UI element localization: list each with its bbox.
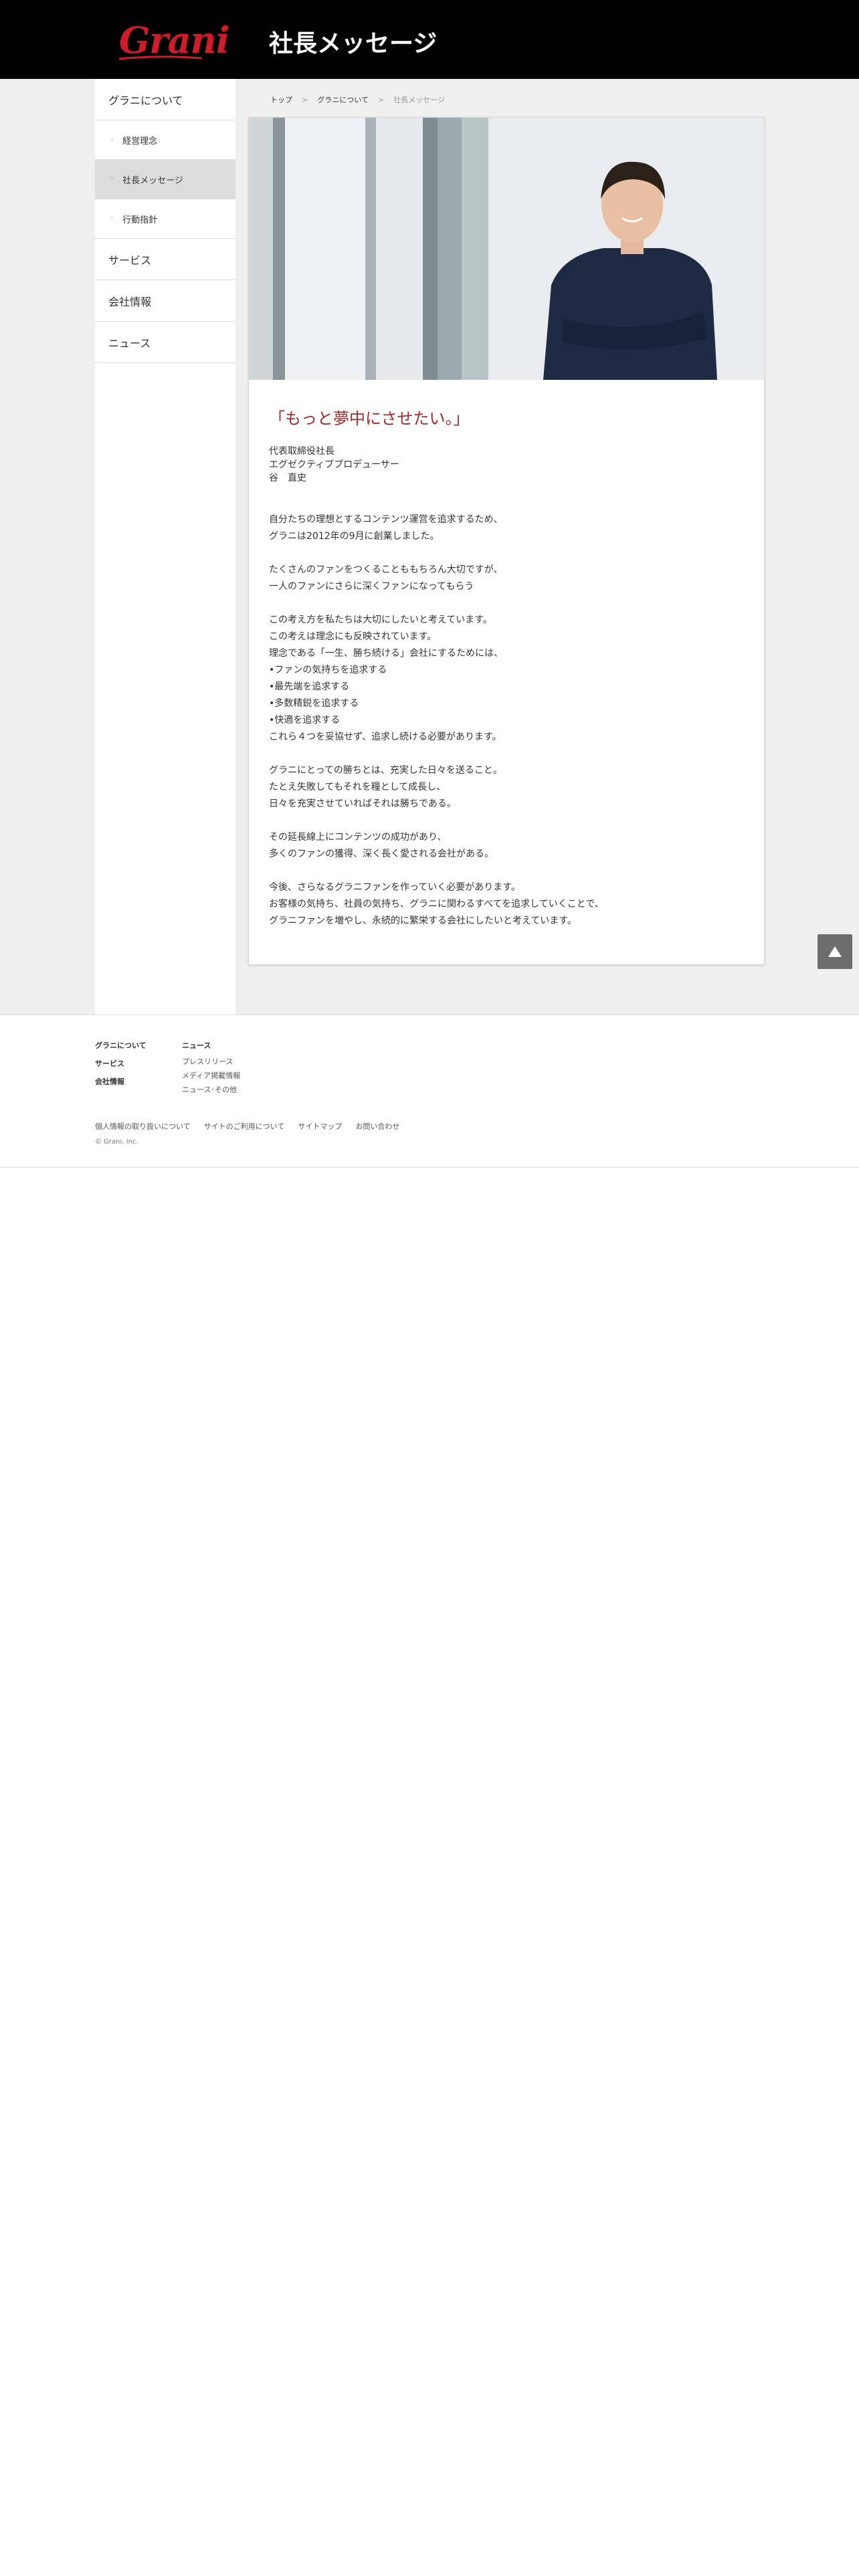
sidebar-item-label: グラニについて (108, 94, 183, 107)
signature-title: 代表取締役社長 (269, 446, 335, 457)
breadcrumb-top[interactable]: トップ (270, 94, 292, 105)
sidebar-item-label: 社長メッセージ (122, 175, 183, 186)
sidebar-item-news[interactable]: ニュース (95, 322, 235, 363)
arrow-up-icon (828, 946, 842, 957)
text-line: お客様の気持ち、社員の気持ち、グラニに関わるすべてを追求していくことで、 (269, 899, 604, 909)
breadcrumb: トップ > グラニについて > 社長メッセージ (270, 94, 445, 105)
text-line: 理念である「一生、勝ち続ける」会社にするためには、 (269, 648, 503, 659)
bullet-icon: ◦ (110, 175, 115, 184)
ceo-photo (249, 118, 764, 380)
sidebar-item-label: サービス (108, 253, 152, 267)
text-line: たくさんのファンをつくることももちろん大切ですが、 (269, 564, 503, 575)
paragraph: その延長線上にコンテンツの成功があり、 多くのファンの獲得、深く長く愛される会社… (269, 829, 744, 863)
text-line: •最先端を追求する (269, 681, 350, 692)
breadcrumb-current: 社長メッセージ (393, 96, 445, 104)
sidebar-item-guidelines[interactable]: ◦ 行動指針 (95, 199, 235, 239)
paragraph: たくさんのファンをつくることももちろん大切ですが、 一人のファンにさらに深くファ… (269, 562, 744, 595)
text-line: 一人のファンにさらに深くファンになってもらう (269, 581, 474, 592)
sidebar-item-philosophy[interactable]: ◦ 経営理念 (95, 120, 235, 160)
footer-col-news: ニュース プレスリリース メディア掲載情報 ニュース･その他 (182, 1037, 240, 1097)
paragraph: この考え方を私たちは大切にしたいと考えています。 この考えは理念にも反映されてい… (269, 612, 744, 746)
sidebar-item-label: 経営理念 (122, 136, 158, 146)
sidebar-item-services[interactable]: サービス (95, 239, 235, 280)
site-header: Grani 社長メッセージ (0, 0, 859, 79)
text-line: たとえ失敗してもそれを糧として成長し、 (269, 782, 446, 792)
breadcrumb-separator: > (302, 95, 308, 104)
page-top-button[interactable] (818, 934, 852, 969)
message-text: 自分たちの理想とするコンテンツ運営を追求するため、 グラニは2012年の9月に創… (269, 512, 744, 930)
footer-link-other-news[interactable]: ニュース･その他 (182, 1083, 240, 1097)
sidebar-item-label: 会社情報 (108, 295, 152, 308)
text-line: グラニは2012年の9月に創業しました。 (269, 531, 440, 542)
logo-swoosh-icon (118, 56, 203, 60)
text-line: これら４つを妥協せず、追求し続ける必要があります。 (269, 732, 502, 742)
footer-link-company[interactable]: 会社情報 (95, 1073, 147, 1091)
footer-link-media[interactable]: メディア掲載情報 (182, 1069, 240, 1083)
paragraph: グラニにとっての勝ちとは、充実した日々を送ること。 たとえ失敗してもそれを糧とし… (269, 762, 744, 813)
signature-name: 谷 直史 (269, 473, 306, 484)
signature: 代表取締役社長 エグゼクティブプロデューサー 谷 直史 (269, 445, 744, 485)
text-line: •多数精鋭を追求する (269, 698, 359, 709)
text-line: •快適を追求する (269, 715, 341, 726)
footer-legal-links: 個人情報の取り扱いについて サイトのご利用について サイトマップ お問い合わせ (95, 1121, 413, 1132)
paragraph: 今後、さらなるグラニファンを作っていく必要があります。 お客様の気持ち、社員の気… (269, 879, 744, 930)
footer-link-news[interactable]: ニュース (182, 1037, 240, 1055)
bullet-icon: ◦ (110, 214, 115, 223)
message-quote: 「もっと夢中にさせたい。」 (269, 409, 470, 428)
text-line: 自分たちの理想とするコンテンツ運営を追求するため、 (269, 514, 503, 525)
footer-divider (0, 1014, 859, 1015)
sidebar-nav: グラニについて ◦ 経営理念 ◦ 社長メッセージ ◦ 行動指針 サービス 会社情… (95, 79, 235, 1015)
footer-link-press[interactable]: プレスリリース (182, 1055, 240, 1069)
sidebar-item-ceo-message[interactable]: ◦ 社長メッセージ (95, 160, 235, 199)
sidebar-item-label: ニュース (108, 336, 151, 350)
text-line: この考え方を私たちは大切にしたいと考えています。 (269, 615, 492, 625)
copyright: © Grani, Inc. (95, 1138, 138, 1146)
sidebar-item-about[interactable]: グラニについて (95, 79, 235, 120)
footer-col-main: グラニについて サービス 会社情報 (95, 1037, 147, 1091)
text-line: 今後、さらなるグラニファンを作っていく必要があります。 (269, 882, 520, 893)
text-line: 日々を充実させていればそれは勝ちである。 (269, 798, 456, 809)
text-line: この考えは理念にも反映されています。 (269, 631, 437, 642)
footer-link-contact[interactable]: お問い合わせ (355, 1121, 399, 1132)
message-card: 「もっと夢中にさせたい。」 代表取締役社長 エグゼクティブプロデューサー 谷 直… (248, 117, 765, 965)
sidebar-item-company[interactable]: 会社情報 (95, 280, 235, 322)
text-line: グラニファンを増やし、永続的に繁栄する会社にしたいと考えています。 (269, 916, 577, 926)
footer-bottom-divider (0, 1167, 859, 1168)
sidebar-item-label: 行動指針 (122, 215, 158, 225)
footer-link-about[interactable]: グラニについて (95, 1037, 147, 1055)
paragraph: 自分たちの理想とするコンテンツ運営を追求するため、 グラニは2012年の9月に創… (269, 512, 744, 545)
footer-link-terms[interactable]: サイトのご利用について (204, 1121, 285, 1132)
breadcrumb-separator: > (377, 95, 385, 104)
message-body: 「もっと夢中にさせたい。」 代表取締役社長 エグゼクティブプロデューサー 谷 直… (269, 405, 744, 946)
page-title: 社長メッセージ (269, 30, 438, 58)
footer-link-services[interactable]: サービス (95, 1055, 147, 1073)
breadcrumb-about[interactable]: グラニについて (317, 94, 369, 105)
text-line: •ファンの気持ちを追求する (269, 665, 387, 675)
text-line: その延長線上にコンテンツの成功があり、 (269, 832, 447, 843)
bullet-icon: ◦ (110, 135, 115, 144)
text-line: グラニにとっての勝ちとは、充実した日々を送ること。 (269, 765, 502, 776)
footer-link-privacy[interactable]: 個人情報の取り扱いについて (95, 1121, 191, 1132)
text-line: 多くのファンの獲得、深く長く愛される会社がある。 (269, 849, 494, 859)
footer-link-sitemap[interactable]: サイトマップ (298, 1121, 342, 1132)
grani-logo[interactable]: Grani (118, 15, 229, 63)
signature-role: エグゼクティブプロデューサー (269, 459, 399, 470)
